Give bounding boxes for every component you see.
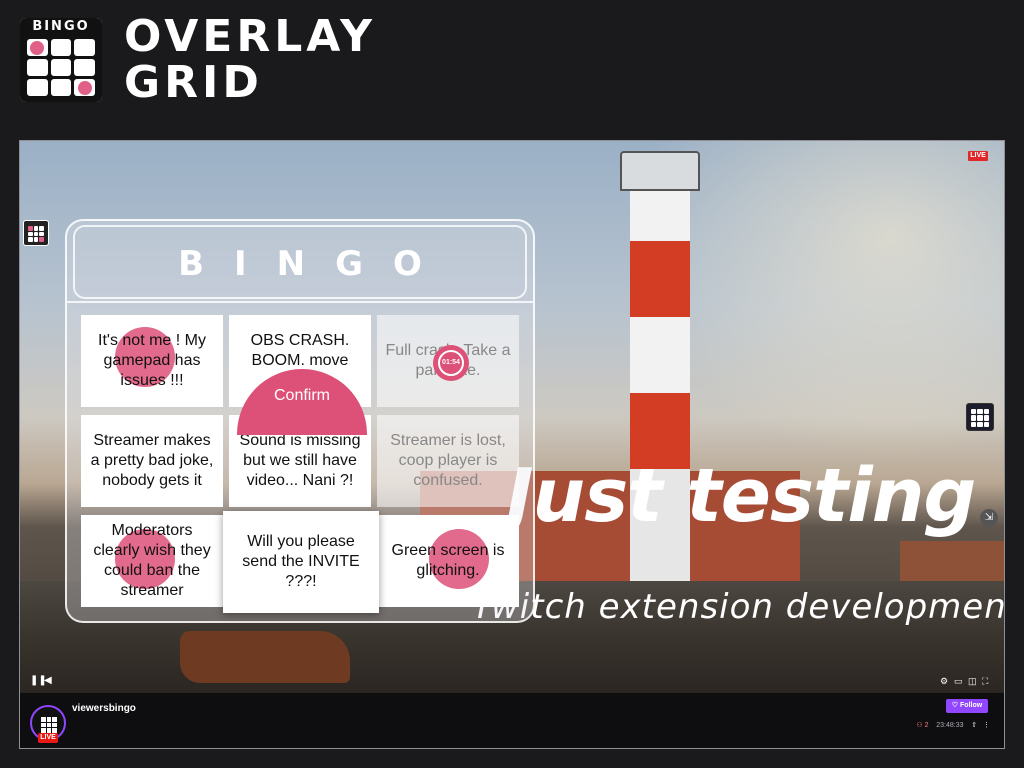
gear-icon[interactable]: ⚙ (940, 675, 948, 687)
title-line-2: GRID (124, 57, 263, 108)
overlay-expand-icon[interactable]: ⇲ (980, 509, 998, 527)
bingo-cell-8[interactable]: Will you please send the INVITE ???! (223, 511, 379, 613)
follow-label: Follow (960, 702, 983, 709)
video-area[interactable]: Just testing Twitch extension developmen… (20, 141, 1004, 693)
bingo-cell-4[interactable]: Streamer makes a pretty bad joke, nobody… (81, 415, 223, 507)
more-icon[interactable]: ⋮ (983, 722, 990, 729)
viewer-count: 2 (924, 722, 929, 729)
uptime: 23:48:33 (936, 722, 964, 729)
channel-info-bar: LIVE viewersbingo ♡ Follow ⚇ 2 23:48:33 … (20, 693, 1004, 748)
rusty-wreck (180, 631, 350, 683)
bingo-logo: BINGO (20, 18, 102, 102)
stream-overlay-subtitle: Twitch extension development (472, 587, 1004, 627)
logo-text: BINGO (20, 18, 102, 36)
live-indicator: LIVE (968, 151, 988, 161)
twitch-player: Just testing Twitch extension developmen… (19, 140, 1005, 749)
logo-grid-icon (20, 36, 102, 102)
share-icon[interactable]: ⇧ (971, 722, 977, 729)
header-divider (67, 301, 533, 303)
extension-panel-icon[interactable] (966, 403, 994, 431)
viewer-icon: ⚇ (916, 722, 923, 729)
fullscreen-icon[interactable]: ⛶ (982, 675, 988, 687)
bingo-toggle-icon[interactable] (23, 220, 49, 246)
bingo-cell-1[interactable]: It's not me ! My gamepad has issues !!! (81, 315, 223, 407)
channel-name[interactable]: viewersbingo (72, 703, 136, 714)
bingo-cell-7[interactable]: Moderators clearly wish they could ban t… (81, 515, 223, 607)
page-title: OVERLAY GRID (124, 14, 376, 106)
stream-stats: ⚇ 2 23:48:33 ⇧ ⋮ (916, 721, 990, 729)
live-badge: LIVE (38, 733, 58, 743)
clip-icon[interactable]: ▭ (954, 675, 963, 687)
countdown-timer: 01:54 (433, 345, 469, 381)
bingo-cell-9[interactable]: Green screen is glitching. (377, 515, 519, 607)
theatre-icon[interactable]: ◫ (968, 675, 977, 687)
bingo-cell-6[interactable]: Streamer is lost, coop player is confuse… (377, 415, 519, 507)
heart-icon: ♡ (951, 702, 959, 709)
volume-icon[interactable]: ◀ (44, 675, 52, 687)
bingo-heading: BINGO (178, 244, 452, 284)
bingo-card-header: BINGO (73, 225, 527, 299)
app-header: BINGO OVERLAY GRID (0, 0, 1024, 130)
stream-overlay-title: Just testing (506, 453, 976, 539)
follow-button[interactable]: ♡ Follow (946, 699, 988, 713)
bingo-card: BINGO It's not me ! My gamepad has issue… (65, 219, 535, 623)
avatar-grid-icon (41, 717, 57, 733)
title-line-1: OVERLAY (124, 11, 376, 62)
